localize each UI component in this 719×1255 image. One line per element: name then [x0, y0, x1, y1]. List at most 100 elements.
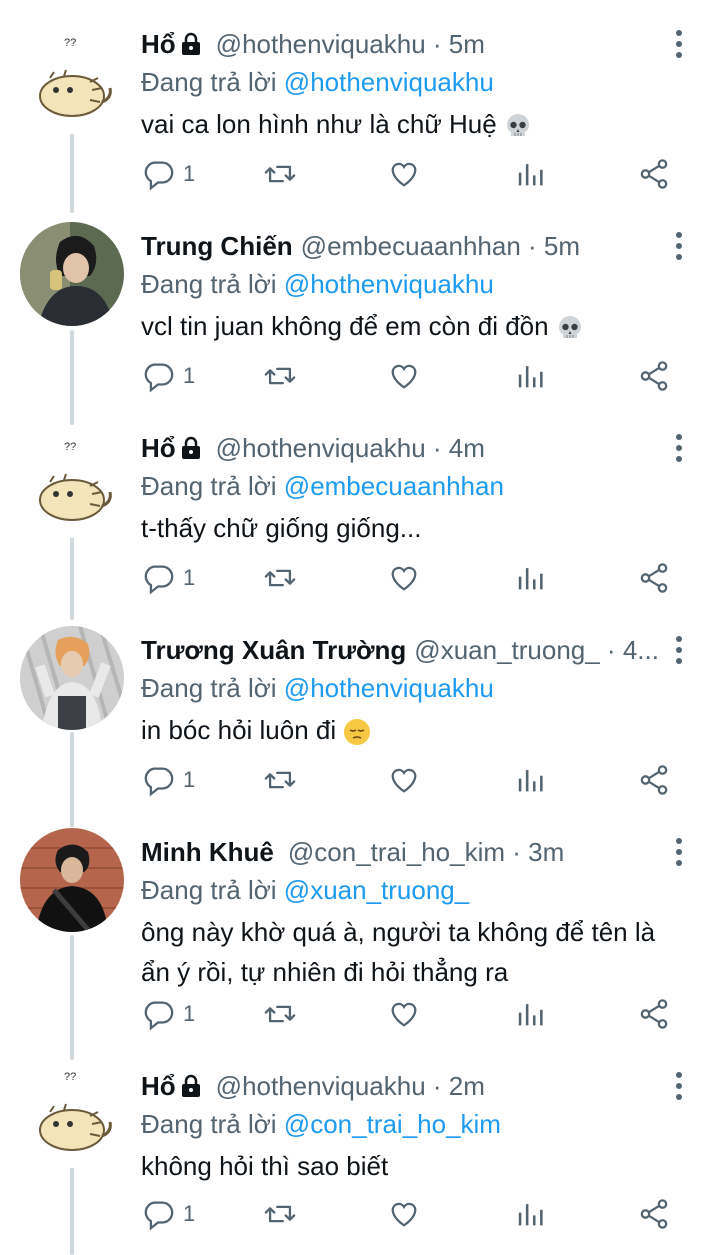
more-icon[interactable]: [669, 632, 689, 668]
retweet-button[interactable]: [263, 994, 297, 1034]
display-name[interactable]: Minh Khuê: [141, 834, 274, 870]
reply-icon: [144, 161, 174, 191]
tiger-avatar-icon: ??: [20, 434, 124, 538]
replying-label: Đang trả lời: [141, 673, 277, 703]
replying-label: Đang trả lời: [141, 1109, 277, 1139]
views-button[interactable]: [513, 558, 547, 598]
tweet[interactable]: Trung Chiến @embecuaanhhan · 5m Đang trả…: [0, 214, 719, 416]
share-button[interactable]: [637, 356, 671, 396]
handle-and-time[interactable]: @xuan_truong_ · 4...: [414, 632, 659, 668]
handle-and-time[interactable]: @con_trai_ho_kim · 3m: [288, 834, 564, 870]
share-button[interactable]: [637, 760, 671, 800]
handle-and-time[interactable]: @hothenviquakhu · 5m: [216, 26, 485, 62]
views-button[interactable]: [513, 356, 547, 396]
replying-mention[interactable]: @embecuaanhhan: [284, 471, 504, 501]
like-button[interactable]: [387, 356, 421, 396]
retweet-icon: [264, 569, 296, 587]
more-icon[interactable]: [669, 1068, 689, 1104]
more-icon[interactable]: [669, 834, 689, 870]
share-icon: [640, 159, 668, 189]
replying-label: Đang trả lời: [141, 269, 277, 299]
avatar[interactable]: ??: [20, 1064, 124, 1168]
views-button[interactable]: [513, 760, 547, 800]
reply-button[interactable]: 1: [141, 1194, 195, 1234]
replying-to: Đang trả lời @embecuaanhhan: [141, 470, 504, 502]
handle-and-time[interactable]: @embecuaanhhan · 5m: [301, 228, 580, 264]
views-button[interactable]: [513, 154, 547, 194]
reply-count: 1: [183, 363, 196, 388]
reply-button[interactable]: 1: [141, 154, 195, 194]
tiger-avatar-icon: ??: [20, 1064, 124, 1168]
replying-to: Đang trả lời @xuan_truong_: [141, 874, 469, 906]
retweet-icon: [264, 367, 296, 385]
tweet-text-content: vcl tin juan không để em còn đi đồn: [141, 311, 549, 341]
display-name[interactable]: Hổ: [141, 430, 176, 466]
share-button[interactable]: [637, 994, 671, 1034]
replying-label: Đang trả lời: [141, 67, 277, 97]
display-name[interactable]: Hổ: [141, 1068, 176, 1104]
replying-mention[interactable]: @con_trai_ho_kim: [284, 1109, 501, 1139]
like-button[interactable]: [387, 760, 421, 800]
retweet-button[interactable]: [263, 760, 297, 800]
tweet-header: Hổ @hothenviquakhu · 2m: [141, 1068, 659, 1104]
reply-button[interactable]: 1: [141, 356, 195, 396]
like-button[interactable]: [387, 558, 421, 598]
reply-button[interactable]: 1: [141, 994, 195, 1034]
avatar[interactable]: ??: [20, 30, 124, 134]
share-button[interactable]: [637, 1194, 671, 1234]
retweet-button[interactable]: [263, 356, 297, 396]
tweet[interactable]: ?? Hổ @hothenviquakhu · 2m Đang trả lời …: [0, 1054, 719, 1255]
retweet-button[interactable]: [263, 558, 297, 598]
avatar[interactable]: [20, 626, 124, 730]
replying-to: Đang trả lời @hothenviquakhu: [141, 672, 494, 704]
share-icon: [640, 361, 668, 391]
more-icon[interactable]: [669, 26, 689, 62]
tweet[interactable]: Trương Xuân Trường @xuan_truong_ · 4... …: [0, 618, 719, 820]
display-name[interactable]: Hổ: [141, 26, 176, 62]
display-name[interactable]: Trung Chiến: [141, 228, 293, 264]
more-icon[interactable]: [669, 228, 689, 264]
reply-icon: [144, 1001, 174, 1031]
more-icon[interactable]: [669, 430, 689, 466]
like-button[interactable]: [387, 154, 421, 194]
retweet-button[interactable]: [263, 1194, 297, 1234]
reply-icon: [144, 363, 174, 393]
heart-icon: [391, 1202, 417, 1227]
views-button[interactable]: [513, 1194, 547, 1234]
handle-and-time[interactable]: @hothenviquakhu · 4m: [216, 430, 485, 466]
reply-button[interactable]: 1: [141, 760, 195, 800]
avatar-caption: ??: [64, 441, 76, 453]
like-button[interactable]: [387, 1194, 421, 1234]
tweet-text-content: vai ca lon hình như là chữ Huệ: [141, 109, 497, 139]
replying-to: Đang trả lời @con_trai_ho_kim: [141, 1108, 501, 1140]
views-icon: [518, 568, 543, 590]
heart-icon: [391, 364, 417, 389]
display-name[interactable]: Trương Xuân Trường: [141, 632, 406, 668]
handle-and-time[interactable]: @hothenviquakhu · 2m: [216, 1068, 485, 1104]
views-button[interactable]: [513, 994, 547, 1034]
reply-button[interactable]: 1: [141, 558, 195, 598]
avatar[interactable]: ??: [20, 434, 124, 538]
share-button[interactable]: [637, 558, 671, 598]
tweet-header: Trung Chiến @embecuaanhhan · 5m: [141, 228, 659, 264]
tweet[interactable]: ?? Hổ @hothenviquakhu · 4m Đang trả lời …: [0, 416, 719, 618]
share-button[interactable]: [637, 154, 671, 194]
tweet-header: Trương Xuân Trường @xuan_truong_ · 4...: [141, 632, 659, 668]
share-icon: [640, 765, 668, 795]
replying-mention[interactable]: @hothenviquakhu: [284, 673, 494, 703]
tweet-header: Hổ @hothenviquakhu · 4m: [141, 430, 659, 466]
reply-count: 1: [183, 161, 196, 186]
tweet-text: không hỏi thì sao biết: [141, 1146, 689, 1186]
views-icon: [518, 366, 543, 388]
tweet[interactable]: Minh Khuê @con_trai_ho_kim · 3m Đang trả…: [0, 820, 719, 1054]
replying-mention[interactable]: @xuan_truong_: [284, 875, 469, 905]
replying-mention[interactable]: @hothenviquakhu: [284, 67, 494, 97]
replying-mention[interactable]: @hothenviquakhu: [284, 269, 494, 299]
avatar[interactable]: [20, 222, 124, 326]
retweet-button[interactable]: [263, 154, 297, 194]
reply-count: 1: [183, 1001, 196, 1026]
like-button[interactable]: [387, 994, 421, 1034]
tweet[interactable]: ?? Hổ @hothenviquakhu · 5m Đang trả lời …: [0, 12, 719, 214]
avatar[interactable]: [20, 828, 124, 932]
views-icon: [518, 770, 543, 792]
